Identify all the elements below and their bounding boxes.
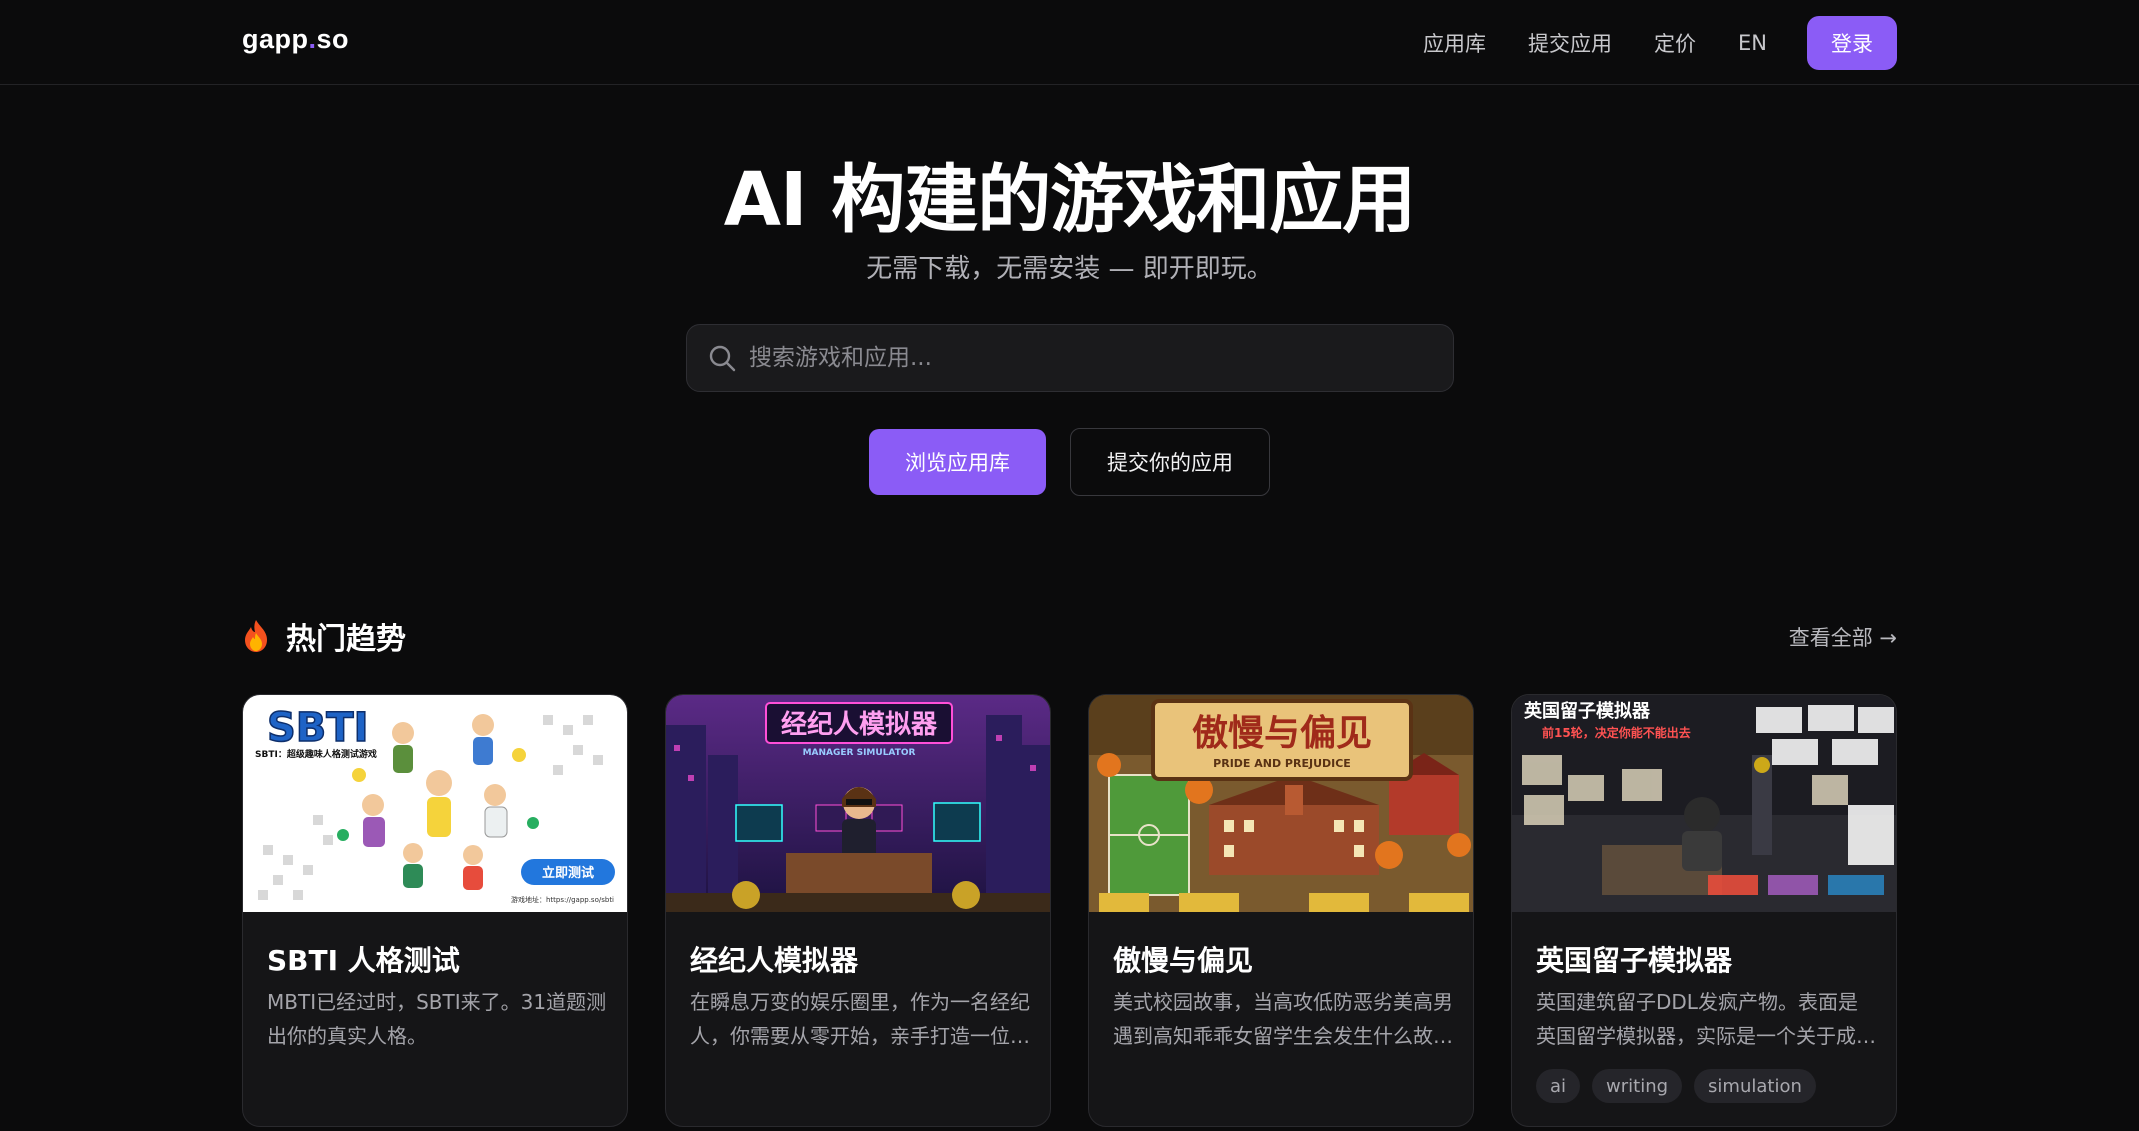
pride-thumb-title: 傲慢与偏见	[1192, 713, 1372, 754]
language-switch[interactable]: EN	[1738, 31, 1767, 55]
card-title: 经纪人模拟器	[690, 944, 859, 977]
tag-list: ai writing simulation	[1536, 1069, 1828, 1103]
section-title: 热门趋势	[286, 622, 406, 657]
nav-link-apps[interactable]: 应用库	[1423, 28, 1486, 58]
sbti-artwork: SBTI SBTI：超级趣味人格测试游戏 立即测试 游戏地址：https://g…	[243, 695, 627, 912]
sbti-subtitle-text: SBTI：超级趣味人格测试游戏	[255, 748, 377, 760]
thumbnail-manager-simulator: 经纪人模拟器 MANAGER SIMULATOR	[666, 695, 1050, 912]
search-input[interactable]	[749, 345, 1429, 371]
trending-header: 热门趋势	[242, 614, 406, 658]
sbti-logo-text: SBTI	[267, 705, 368, 751]
tag-writing[interactable]: writing	[1592, 1069, 1683, 1103]
search-box	[686, 324, 1454, 392]
card-description: MBTI已经过时，SBTI来了。31道题测出你的真实人格。	[267, 990, 607, 1048]
app-card-uk-study-simulator[interactable]: 英国留子模拟器 前15轮，决定你能不能出去 英国留子模拟器 英国建筑留子DDL发…	[1511, 694, 1897, 1127]
fire-icon	[245, 620, 267, 652]
sbti-footer-text: 游戏地址：https://gapp.so/sbti	[511, 895, 614, 904]
manager-artwork: 经纪人模拟器 MANAGER SIMULATOR	[666, 695, 1050, 912]
pride-thumb-subtitle: PRIDE AND PREJUDICE	[1213, 757, 1351, 770]
card-title: 傲慢与偏见	[1113, 944, 1254, 977]
submit-app-button[interactable]: 提交你的应用	[1070, 428, 1270, 496]
tag-simulation[interactable]: simulation	[1694, 1069, 1816, 1103]
search-icon	[709, 345, 736, 372]
uk-thumb-subtitle: 前15轮，决定你能不能出去	[1542, 725, 1691, 740]
manager-thumb-title: 经纪人模拟器	[781, 709, 938, 740]
top-nav: gapp.so 应用库 提交应用 定价 EN 登录	[0, 0, 2139, 85]
pride-artwork: 傲慢与偏见 PRIDE AND PREJUDICE	[1089, 695, 1473, 912]
nav-link-pricing[interactable]: 定价	[1654, 28, 1696, 58]
logo[interactable]: gapp.so	[242, 24, 349, 55]
nav-link-submit[interactable]: 提交应用	[1528, 28, 1612, 58]
card-title: SBTI 人格测试	[267, 944, 460, 977]
uk-artwork: 英国留子模拟器 前15轮，决定你能不能出去	[1512, 695, 1896, 912]
manager-thumb-subtitle: MANAGER SIMULATOR	[803, 748, 916, 758]
app-card-manager-simulator[interactable]: 经纪人模拟器 MANAGER SIMULATOR 经纪人模拟器 在瞬息万变的娱乐…	[665, 694, 1051, 1127]
login-button[interactable]: 登录	[1807, 15, 1897, 70]
card-title: 英国留子模拟器	[1536, 944, 1733, 977]
hero-title: AI 构建的游戏和应用	[723, 157, 1417, 243]
nav-links: 应用库 提交应用 定价 EN 登录	[1423, 0, 1897, 85]
hero-subtitle: 无需下载，无需安装 — 即开即玩。	[866, 254, 1273, 284]
app-card-sbti[interactable]: SBTI SBTI：超级趣味人格测试游戏 立即测试 游戏地址：https://g…	[242, 694, 628, 1127]
card-description: 英国建筑留子DDL发疯产物。表面是英国留学模拟器，实际是一个关于成长的故事。	[1536, 990, 1876, 1048]
app-card-pride-and-prejudice[interactable]: 傲慢与偏见 PRIDE AND PREJUDICE 傲慢与偏见 美式校园故事，当…	[1088, 694, 1474, 1127]
thumbnail-sbti: SBTI SBTI：超级趣味人格测试游戏 立即测试 游戏地址：https://g…	[243, 695, 627, 912]
browse-apps-button[interactable]: 浏览应用库	[869, 429, 1046, 495]
card-description: 美式校园故事，当高攻低防恶劣美高男遇到高知乖乖女留学生会发生什么故事。	[1113, 990, 1453, 1048]
card-description: 在瞬息万变的娱乐圈里，作为一名经纪人，你需要从零开始，亲手打造一位巨星。	[690, 990, 1030, 1048]
trending-cards: SBTI SBTI：超级趣味人格测试游戏 立即测试 游戏地址：https://g…	[242, 694, 1898, 1131]
tag-ai[interactable]: ai	[1536, 1069, 1581, 1103]
view-all-link[interactable]: 查看全部 →	[1789, 622, 1897, 652]
sbti-try-button-text: 立即测试	[542, 865, 594, 881]
thumbnail-pride-and-prejudice: 傲慢与偏见 PRIDE AND PREJUDICE	[1089, 695, 1473, 912]
thumbnail-uk-study-simulator: 英国留子模拟器 前15轮，决定你能不能出去	[1512, 695, 1896, 912]
uk-thumb-title: 英国留子模拟器	[1523, 700, 1651, 722]
